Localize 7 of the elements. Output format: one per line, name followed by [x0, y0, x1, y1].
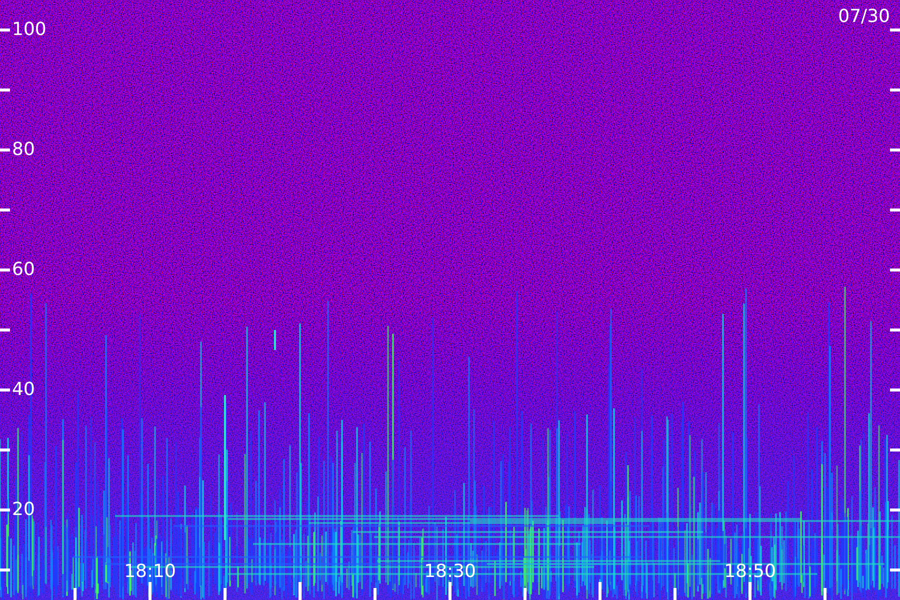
time-label: 18:50	[723, 561, 777, 583]
y-axis-label: 100	[12, 19, 46, 41]
y-axis-label: 80	[12, 139, 35, 161]
time-label: 18:30	[423, 561, 477, 583]
y-axis-label: 40	[12, 379, 35, 401]
date-label: 07/30	[838, 6, 890, 28]
y-axis-label: 60	[12, 259, 35, 281]
